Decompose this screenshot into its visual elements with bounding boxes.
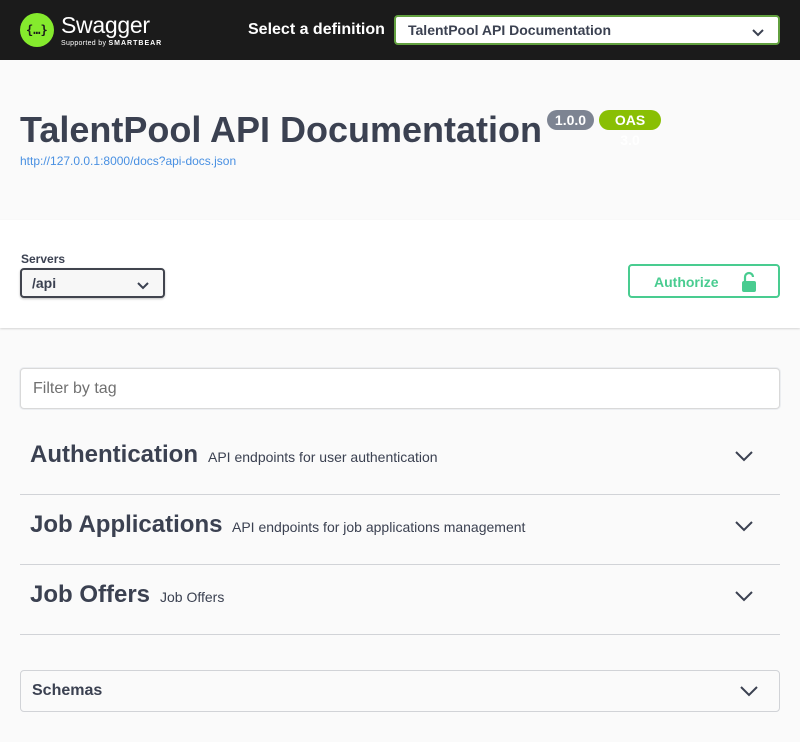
- schemas-label: Schemas: [32, 682, 103, 699]
- topbar: {…} Swagger Supported by SMARTBEAR Selec…: [0, 0, 800, 60]
- tag-section-authentication[interactable]: Authentication API endpoints for user au…: [20, 425, 780, 495]
- chevron-down-icon[interactable]: [734, 589, 754, 608]
- oas-badge: OAS 3.0: [599, 110, 661, 148]
- chevron-down-icon: [137, 278, 149, 296]
- tag-section-job-offers[interactable]: Job Offers Job Offers: [20, 565, 780, 635]
- definition-select[interactable]: TalentPool API Documentation: [394, 15, 780, 45]
- filter-by-tag[interactable]: [20, 368, 780, 409]
- definition-select-value: TalentPool API Documentation: [408, 22, 612, 38]
- spec-url-link[interactable]: http://127.0.0.1:8000/docs?api-docs.json: [20, 154, 236, 168]
- chevron-down-icon[interactable]: [739, 684, 759, 703]
- authorize-label: Authorize: [654, 274, 719, 290]
- page-title: TalentPool API Documentation: [20, 109, 543, 150]
- tag-section-job-applications[interactable]: Job Applications API endpoints for job a…: [20, 495, 780, 565]
- scheme-container: Servers /api Authorize: [0, 220, 800, 328]
- chevron-down-icon: [752, 25, 764, 43]
- svg-text:{…}: {…}: [26, 23, 48, 37]
- tag-name: Job Offers: [30, 581, 151, 608]
- brand-subtitle: Supported by SMARTBEAR: [61, 39, 163, 47]
- tag-name: Job Applications: [30, 511, 223, 538]
- definition-label: Select a definition: [248, 21, 385, 38]
- authorize-button[interactable]: Authorize: [628, 264, 780, 298]
- swagger-logo[interactable]: {…} Swagger Supported by SMARTBEAR: [20, 10, 162, 50]
- tag-description: Job Offers: [160, 589, 225, 605]
- chevron-down-icon[interactable]: [734, 519, 754, 538]
- version-badge: 1.0.0: [547, 110, 594, 130]
- unlocked-lock-icon: [740, 271, 758, 298]
- tag-name: Authentication: [30, 441, 198, 468]
- filter-input[interactable]: [21, 369, 779, 408]
- servers-select-value: /api: [32, 275, 57, 291]
- servers-select[interactable]: /api: [20, 268, 165, 298]
- tag-description: API endpoints for job applications manag…: [232, 519, 526, 535]
- chevron-down-icon[interactable]: [734, 449, 754, 468]
- brand-name: Swagger: [61, 11, 150, 38]
- servers-label: Servers: [21, 252, 66, 266]
- schemas-section[interactable]: Schemas: [20, 670, 780, 712]
- swagger-logo-icon: {…}: [20, 13, 54, 47]
- tag-description: API endpoints for user authentication: [208, 449, 438, 465]
